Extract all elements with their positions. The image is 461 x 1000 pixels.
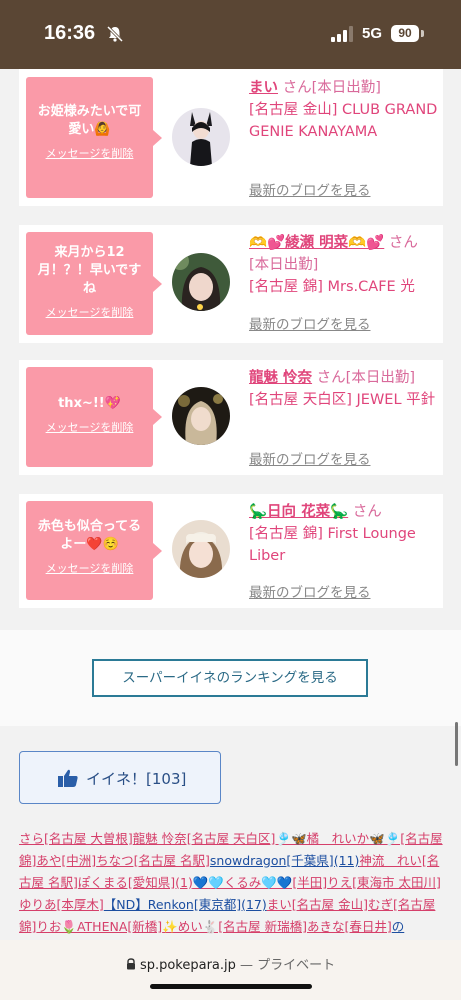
scrollbar[interactable] xyxy=(455,722,458,766)
liker-link[interactable]: あきな[春日井] xyxy=(307,919,392,934)
avatar[interactable] xyxy=(172,253,230,311)
like-count-label: イイネ！[103] xyxy=(86,770,187,788)
liker-link[interactable]: の xyxy=(392,919,405,934)
thumbs-up-icon xyxy=(58,769,78,787)
like-button[interactable]: イイネ！[103] xyxy=(19,751,221,804)
message-bubble: thx~!!💖 メッセージを削除 xyxy=(26,367,162,467)
shop-name: [名古屋 天白区] JEWEL 平針 xyxy=(249,392,436,408)
latest-blog-link[interactable]: 最新のブログを見る xyxy=(249,313,371,333)
honorific: さん xyxy=(282,80,312,96)
delete-message-link[interactable]: メッセージを削除 xyxy=(46,145,134,161)
delete-message-link[interactable]: メッセージを削除 xyxy=(46,560,134,576)
girl-name-link[interactable]: 龍魅 怜奈 xyxy=(249,370,312,386)
liker-link[interactable]: ゆりあ[本厚木] xyxy=(19,897,104,912)
girl-info: 🦕日向 花菜🦕 さん [名古屋 錦] First Lounge Liber xyxy=(249,501,439,567)
latest-blog-link[interactable]: 最新のブログを見る xyxy=(249,179,371,199)
liker-link[interactable]: snowdragon[千葉県](11) xyxy=(210,853,359,868)
message-bubble: お姫様みたいで可愛い🙆 メッセージを削除 xyxy=(26,77,162,198)
attendance-status: [本日出勤] xyxy=(249,257,319,273)
liker-link[interactable]: 【ND】Renkon[東京都](17) xyxy=(104,897,267,912)
avatar[interactable] xyxy=(172,520,230,578)
browser-bottom-bar: sp.pokepara.jp — プライベート xyxy=(0,940,461,1000)
liker-link[interactable]: ちなつ[名古屋 名駅] xyxy=(96,853,210,868)
message-text: 来月から12月！？！早いですね xyxy=(37,245,142,296)
latest-blog-link[interactable]: 最新のブログを見る xyxy=(249,581,371,601)
avatar[interactable] xyxy=(172,108,230,166)
battery-tip xyxy=(421,30,424,37)
liker-link[interactable]: りえ[東海市 太田川] xyxy=(327,875,441,890)
honorific: さん xyxy=(352,504,382,520)
girl-info: 龍魅 怜奈 さん[本日出勤] [名古屋 天白区] JEWEL 平針 xyxy=(249,367,439,411)
girl-info: まい さん[本日出勤] [名古屋 金山] CLUB GRAND GENIE KA… xyxy=(249,77,439,143)
honorific: さん xyxy=(388,235,418,251)
delete-message-link[interactable]: メッセージを削除 xyxy=(46,304,134,320)
super-like-ranking-button[interactable]: スーパーイイネのランキングを見る xyxy=(92,659,368,697)
message-text: 赤色も似合ってるよー❤️☺️ xyxy=(37,519,142,552)
delete-message-link[interactable]: メッセージを削除 xyxy=(46,419,134,435)
home-indicator[interactable] xyxy=(150,984,312,989)
attendance-status: [本日出勤] xyxy=(345,370,415,386)
message-text: thx~!!💖 xyxy=(58,396,121,411)
signal-icon xyxy=(331,26,353,42)
attendance-status: [本日出勤] xyxy=(311,80,381,96)
ranking-section: スーパーイイネのランキングを見る xyxy=(0,630,461,726)
message-card: お姫様みたいで可愛い🙆 メッセージを削除 まい さん[本日出勤] [名古屋 金山… xyxy=(19,69,443,206)
message-bubble: 来月から12月！？！早いですね メッセージを削除 xyxy=(26,232,162,335)
battery-icon: 90 xyxy=(391,25,419,42)
message-bubble: 赤色も似合ってるよー❤️☺️ メッセージを削除 xyxy=(26,501,162,600)
message-list: お姫様みたいで可愛い🙆 メッセージを削除 まい さん[本日出勤] [名古屋 金山… xyxy=(0,69,461,629)
liker-link[interactable]: りお🌷ATHENA[新橋] xyxy=(36,919,162,934)
girl-name-link[interactable]: 🦕日向 花菜🦕 xyxy=(249,504,348,520)
liker-link[interactable]: ぽくまる[愛知県](1) xyxy=(78,875,193,890)
status-time: 16:36 xyxy=(44,22,96,44)
message-card: 赤色も似合ってるよー❤️☺️ メッセージを削除 🦕日向 花菜🦕 さん [名古屋 … xyxy=(19,494,443,608)
liker-link[interactable]: あや[中洲] xyxy=(36,853,96,868)
liker-link[interactable]: さら[名古屋 大曽根] xyxy=(19,831,133,846)
liker-list: さら[名古屋 大曽根]龍魅 怜奈[名古屋 天白区]🎐🦋橘 れいか🦋🎐[名古屋 錦… xyxy=(19,828,444,940)
address-bar[interactable]: sp.pokepara.jp — プライベート xyxy=(0,954,461,973)
liker-link[interactable]: 龍魅 怜奈[名古屋 天白区] xyxy=(133,831,276,846)
message-card: thx~!!💖 メッセージを削除 龍魅 怜奈 さん[本日出勤] [名古屋 天白区… xyxy=(19,360,443,475)
url-domain: sp.pokepara.jp xyxy=(139,958,236,973)
latest-blog-link[interactable]: 最新のブログを見る xyxy=(249,448,371,468)
private-mode-label: プライベート xyxy=(257,958,336,973)
status-bar: 16:36 5G 90 xyxy=(0,0,461,69)
bell-muted-icon xyxy=(106,25,124,43)
liker-link[interactable]: ✨めい🐇[名古屋 新瑞橋] xyxy=(162,919,307,934)
honorific: さん xyxy=(316,370,346,386)
girl-name-link[interactable]: 🫶💕綾瀬 明菜🫶💕 xyxy=(249,235,384,251)
url-separator: — xyxy=(240,958,254,973)
shop-name: [名古屋 錦] Mrs.CAFE 光 xyxy=(249,279,415,295)
girl-name-link[interactable]: まい xyxy=(249,80,278,96)
shop-name: [名古屋 金山] CLUB GRAND GENIE KANAYAMA xyxy=(249,102,438,140)
message-card: 来月から12月！？！早いですね メッセージを削除 🫶💕綾瀬 明菜🫶💕 さん [本… xyxy=(19,225,443,343)
shop-name: [名古屋 錦] First Lounge Liber xyxy=(249,526,416,564)
message-text: お姫様みたいで可愛い🙆 xyxy=(37,104,142,137)
lock-icon xyxy=(126,958,135,970)
girl-info: 🫶💕綾瀬 明菜🫶💕 さん [本日出勤] [名古屋 錦] Mrs.CAFE 光 xyxy=(249,232,439,298)
network-type: 5G xyxy=(362,25,383,42)
liker-link[interactable]: まい[名古屋 金山] xyxy=(267,897,368,912)
avatar[interactable] xyxy=(172,387,230,445)
liker-link[interactable]: 💙🩵くるみ🩵💙[半田] xyxy=(193,875,327,890)
